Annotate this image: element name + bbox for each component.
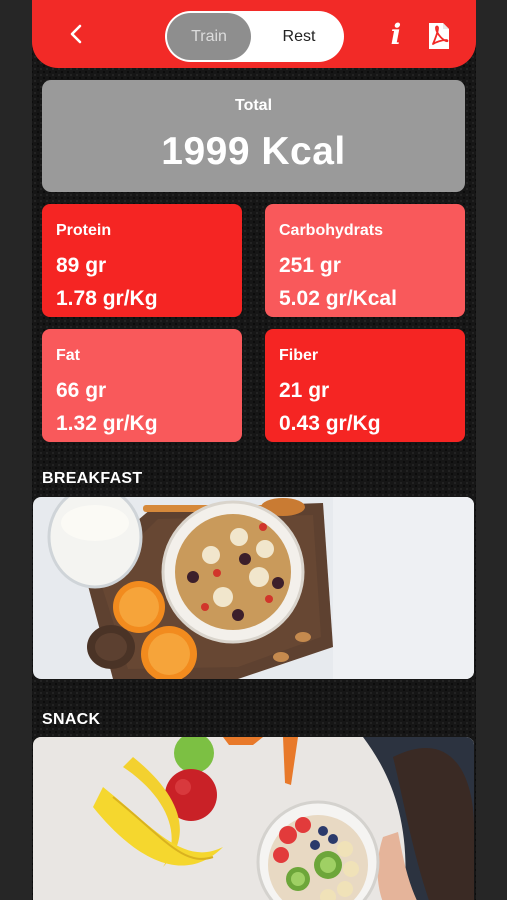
- macro-amount: 251 gr: [279, 254, 341, 277]
- macro-amount: 89 gr: [56, 254, 107, 277]
- section-title-breakfast: BREAKFAST: [42, 470, 143, 487]
- snack-image[interactable]: [33, 737, 474, 900]
- macro-ratio: 1.32 gr/Kg: [56, 412, 158, 435]
- macro-title: Protein: [56, 222, 112, 239]
- macro-card-protein: Protein 89 gr 1.78 gr/Kg: [42, 204, 242, 317]
- app-screen: Train Rest i Total 1999 Kcal Protein 89 …: [32, 0, 476, 900]
- macro-title: Fiber: [279, 347, 319, 364]
- macro-card-fat: Fat 66 gr 1.32 gr/Kg: [42, 329, 242, 442]
- breakfast-image[interactable]: [33, 497, 474, 679]
- macro-title: Carbohydrats: [279, 222, 384, 239]
- pdf-icon[interactable]: [427, 22, 451, 50]
- total-value: 1999 Kcal: [161, 130, 346, 173]
- back-button[interactable]: [62, 20, 90, 48]
- left-letterbox: [0, 0, 32, 900]
- toggle-option-rest[interactable]: Rest: [257, 11, 341, 62]
- section-title-snack: SNACK: [42, 711, 101, 728]
- chevron-left-icon: [70, 24, 82, 44]
- macro-ratio: 1.78 gr/Kg: [56, 287, 158, 310]
- info-icon[interactable]: i: [384, 18, 408, 51]
- macro-amount: 21 gr: [279, 379, 330, 402]
- toggle-option-train[interactable]: Train: [167, 13, 251, 60]
- total-calories-card: Total 1999 Kcal: [42, 80, 465, 192]
- train-rest-toggle[interactable]: Train Rest: [165, 11, 344, 62]
- total-label: Total: [234, 97, 273, 114]
- macro-ratio: 0.43 gr/Kg: [279, 412, 381, 435]
- right-letterbox: [476, 0, 507, 900]
- macro-card-fiber: Fiber 21 gr 0.43 gr/Kg: [265, 329, 465, 442]
- macro-title: Fat: [56, 347, 80, 364]
- top-bar: Train Rest i: [32, 0, 476, 68]
- macro-ratio: 5.02 gr/Kcal: [279, 287, 397, 310]
- macro-card-carbohydrats: Carbohydrats 251 gr 5.02 gr/Kcal: [265, 204, 465, 317]
- macro-amount: 66 gr: [56, 379, 107, 402]
